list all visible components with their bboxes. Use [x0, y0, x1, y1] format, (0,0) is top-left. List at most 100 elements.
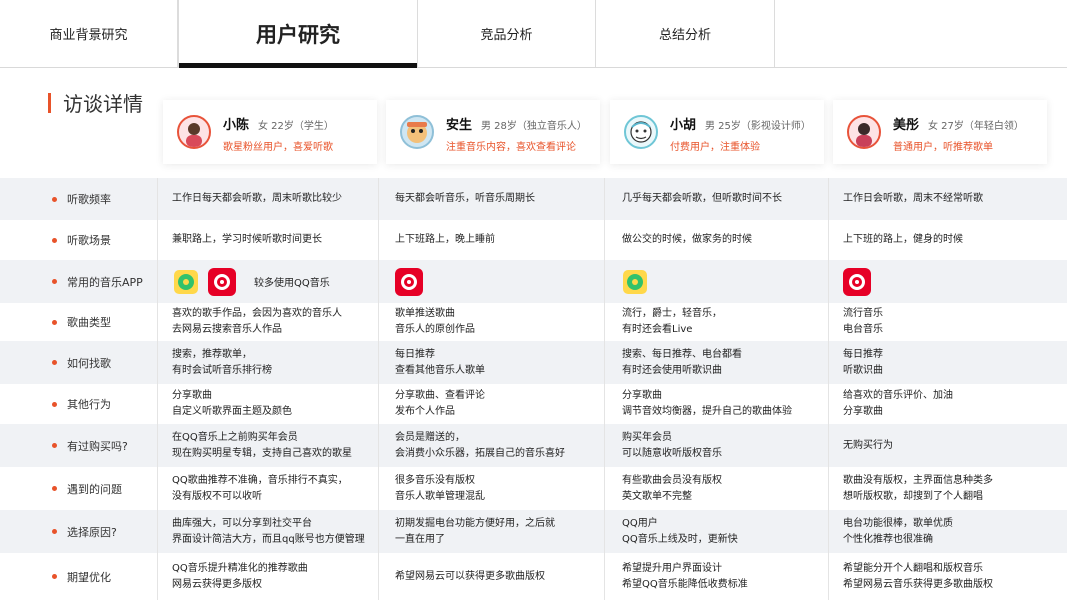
tab-user-research[interactable]: 用户研究 [178, 0, 418, 68]
table-cell: 搜索、每日推荐、电台都看 有时还会使用听歌识曲 [622, 348, 742, 376]
table-row-frequency: 听歌频率 工作日每天都会听歌，周末听歌比较少 每天都会听音乐，听音乐周期长 几乎… [0, 178, 1067, 220]
bullet-dot [52, 319, 57, 325]
column-divider [378, 178, 379, 600]
table-cell: 流行音乐 电台音乐 [843, 308, 883, 335]
tab-summary-analysis[interactable]: 总结分析 [596, 0, 775, 67]
app-list [623, 260, 657, 303]
bullet-dot [52, 237, 57, 243]
table-cell: 初期发掘电台功能方便好用，之后就 一直在用了 [395, 517, 555, 545]
bullet-dot [52, 360, 57, 365]
row-label: 其他行为 [52, 384, 111, 424]
table-cell: QQ用户 QQ音乐上线及时，更新快 [622, 517, 738, 545]
app-note: 较多使用QQ音乐 [254, 278, 330, 289]
bullet-dot [52, 279, 57, 284]
table-cell: 兼职路上，学习时候听歌时间更长 [172, 234, 322, 245]
row-label: 歌曲类型 [52, 303, 111, 341]
table-cell: 工作日会听歌，周末不经常听歌 [843, 193, 983, 204]
table-cell: 购买年会员 可以随意收听版权音乐 [622, 431, 722, 459]
table-cell: QQ歌曲推荐不准确，音乐排行不真实， 没有版权不可以收听 [172, 474, 348, 502]
user-name: 小胡 [670, 118, 697, 133]
table-cell: 歌曲没有版权，主界面信息种类多 想听版权歌，却搜到了个人翻唱 [843, 474, 993, 502]
bullet-dot [52, 196, 57, 202]
user-card-xiaochen: 小陈 女 22岁（学生） 歌星粉丝用户，喜爱听歌 [163, 100, 377, 164]
avatar [400, 115, 434, 149]
column-divider [828, 178, 829, 600]
table-cell: 每日推荐 查看其他音乐人歌单 [395, 348, 485, 376]
app-list [843, 260, 881, 303]
avatar [847, 115, 881, 149]
table-cell: 分享歌曲 调节音效均衡器，提升自己的歌曲体验 [622, 390, 792, 417]
table-cell: 希望网易云可以获得更多歌曲版权 [395, 570, 545, 582]
table-cell: 有些歌曲会员没有版权 英文歌单不完整 [622, 474, 722, 502]
user-card-ansheng: 安生 男 28岁（独立音乐人） 注重音乐内容，喜欢查看评论 [386, 100, 600, 164]
table-cell: 上下班路上，晚上睡前 [395, 234, 495, 245]
qq-music-icon [174, 269, 198, 294]
row-label: 听歌场景 [52, 220, 111, 260]
table-cell: 分享歌曲 自定义听歌界面主题及颜色 [172, 390, 292, 417]
user-meta: 女 27岁（年轻白领） [928, 121, 1024, 132]
netease-music-icon [208, 267, 236, 296]
table-row-genre: 歌曲类型 喜欢的歌手作品，会因为喜欢的音乐人 去网易云搜索音乐人作品 歌单推送歌曲… [0, 303, 1067, 341]
table-row-reason: 选择原因? 曲库强大，可以分享到社交平台 界面设计简洁大方，而且qq账号也方便管理… [0, 510, 1067, 553]
row-label: 期望优化 [52, 553, 111, 600]
column-divider [604, 178, 605, 600]
user-name: 美彤 [893, 118, 920, 133]
user-card-xiaohu: 小胡 男 25岁（影视设计师） 付费用户，注重体验 [610, 100, 824, 164]
avatar [624, 115, 658, 149]
row-label: 遇到的问题 [52, 467, 122, 510]
table-cell: 喜欢的歌手作品，会因为喜欢的音乐人 去网易云搜索音乐人作品 [172, 308, 342, 335]
user-meta: 男 28岁（独立音乐人） [481, 121, 587, 132]
table-cell: 工作日每天都会听歌，周末听歌比较少 [172, 193, 342, 204]
table-cell: QQ音乐提升精准化的推荐歌曲 网易云获得更多版权 [172, 562, 308, 590]
netease-music-icon [395, 267, 423, 296]
table-cell: 分享歌曲、查看评论 发布个人作品 [395, 390, 485, 417]
table-row-discovery: 如何找歌 搜索，推荐歌单， 有时会试听音乐排行榜 每日推荐 查看其他音乐人歌单 搜索… [0, 341, 1067, 384]
table-cell: 上下班的路上，健身的时候 [843, 234, 963, 245]
table-cell: 流行，爵士，轻音乐， 有时还会看Live [622, 308, 722, 335]
user-tags: 歌星粉丝用户，喜爱听歌 [223, 142, 333, 153]
table-cell: 在QQ音乐上之前购买年会员 现在购买明星专辑，支持自己喜欢的歌星 [172, 431, 352, 459]
user-tags: 注重音乐内容，喜欢查看评论 [446, 142, 576, 153]
row-label: 选择原因? [52, 510, 117, 553]
table-cell: 歌单推送歌曲 音乐人的原创作品 [395, 308, 475, 335]
bullet-dot [52, 401, 57, 407]
bullet-dot [52, 529, 57, 534]
table-cell: 电台功能很棒，歌单优质 个性化推荐也很准确 [843, 517, 953, 545]
netease-music-icon [843, 267, 871, 296]
row-label: 有过购买吗? [52, 424, 128, 467]
user-tags: 付费用户，注重体验 [670, 142, 760, 153]
user-tags: 普通用户，听推荐歌单 [893, 142, 993, 153]
bullet-dot [52, 443, 57, 448]
column-divider [157, 178, 158, 600]
table-cell: 每日推荐 听歌识曲 [843, 348, 883, 376]
row-label: 如何找歌 [52, 341, 111, 384]
avatar [177, 115, 211, 149]
section-title: 访谈详情 [63, 92, 143, 116]
table-cell: 希望能分开个人翻唱和版权音乐 希望网易云音乐获得更多歌曲版权 [843, 562, 993, 590]
table-row-scene: 听歌场景 兼职路上，学习时候听歌时间更长 上下班路上，晚上睡前 做公交的时候，做… [0, 220, 1067, 260]
bullet-dot [52, 486, 57, 491]
row-label: 常用的音乐APP [52, 260, 143, 303]
table-cell: 曲库强大，可以分享到社交平台 界面设计简洁大方，而且qq账号也方便管理 [172, 517, 365, 545]
table-cell: 搜索，推荐歌单， 有时会试听音乐排行榜 [172, 348, 272, 376]
section-heading: 访谈详情 [48, 88, 143, 117]
table-cell: 几乎每天都会听歌，但听歌时间不长 [622, 193, 782, 204]
user-name: 安生 [446, 118, 473, 133]
table-cell: 每天都会听音乐，听音乐周期长 [395, 193, 535, 204]
top-tab-bar: 商业背景研究 用户研究 竞品分析 总结分析 [0, 0, 1067, 68]
tab-business-research[interactable]: 商业背景研究 [0, 0, 178, 67]
app-list [395, 260, 433, 303]
bullet-dot [52, 574, 57, 579]
app-list: 较多使用QQ音乐 [174, 260, 330, 303]
tab-competitor-analysis[interactable]: 竞品分析 [418, 0, 596, 67]
table-row-apps: 常用的音乐APP 较多使用QQ音乐 [0, 260, 1067, 303]
user-card-meitong: 美彤 女 27岁（年轻白领） 普通用户，听推荐歌单 [833, 100, 1047, 164]
table-cell: 会员是赠送的， 会消费小众乐器，拓展自己的音乐喜好 [395, 431, 565, 459]
table-cell: 无购买行为 [843, 439, 893, 451]
table-cell: 希望提升用户界面设计 希望QQ音乐能降低收费标准 [622, 562, 748, 590]
table-cell: 做公交的时候，做家务的时候 [622, 234, 752, 245]
row-label: 听歌频率 [52, 178, 111, 220]
qq-music-icon [623, 269, 647, 294]
table-row-expectation: 期望优化 QQ音乐提升精准化的推荐歌曲 网易云获得更多版权 希望网易云可以获得更多… [0, 553, 1067, 600]
section-accent-bar [48, 92, 51, 113]
